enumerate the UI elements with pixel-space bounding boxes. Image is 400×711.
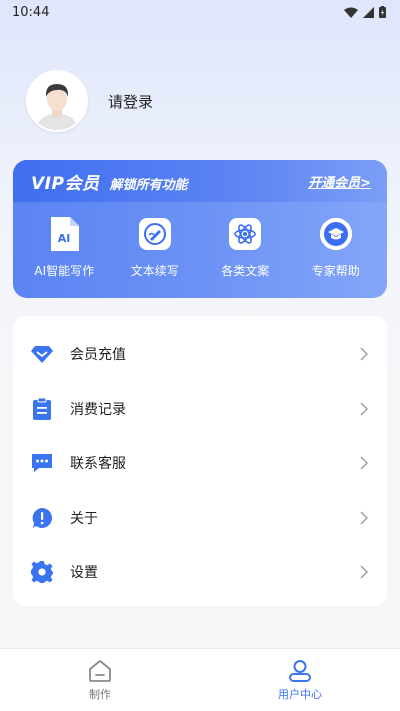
graduation-cap-icon (319, 218, 352, 250)
atom-icon (229, 218, 262, 250)
feature-label: AI智能写作 (34, 264, 95, 278)
menu-item-customer-service[interactable]: 联系客服 (13, 436, 387, 491)
chevron-right-icon (360, 456, 368, 470)
chevron-right-icon (360, 347, 368, 361)
feature-ai-writing[interactable]: AI AI智能写作 (19, 217, 109, 279)
vip-features: AI AI智能写作 文本续写 各类文案 专家帮助 (13, 202, 387, 279)
feature-label: 文本续写 (130, 264, 179, 278)
feature-label: 专家帮助 (311, 264, 360, 278)
ai-doc-icon-text: AI (58, 232, 71, 245)
menu-item-label: 联系客服 (70, 456, 126, 473)
clipboard-icon (31, 397, 53, 420)
profile-section[interactable]: 请登录 (26, 70, 153, 132)
status-time: 10:44 (12, 4, 50, 20)
vip-title: VIP会员 (31, 173, 100, 194)
menu-item-recharge[interactable]: 会员充值 (13, 327, 387, 382)
vip-header: VIP会员 解锁所有功能 开通会员> (13, 160, 387, 202)
user-icon (289, 660, 311, 682)
vip-card[interactable]: VIP会员 解锁所有功能 开通会员> AI AI智能写作 文本续写 各类文案 专… (13, 160, 387, 298)
feature-expert-help[interactable]: 专家帮助 (291, 218, 381, 279)
menu-item-settings[interactable]: 设置 (13, 545, 387, 600)
status-bar: 10:44 (0, 0, 400, 24)
avatar-image (28, 72, 86, 130)
avatar[interactable] (26, 70, 88, 132)
menu-item-label: 关于 (70, 510, 98, 527)
chevron-right-icon (360, 565, 368, 579)
menu-item-records[interactable]: 消费记录 (13, 382, 387, 437)
feature-label: 各类文案 (221, 264, 270, 278)
menu-list: 会员充值 消费记录 联系客服 关于 设置 (13, 316, 387, 606)
wifi-icon (344, 7, 358, 18)
gear-icon (31, 561, 53, 584)
tab-label: 制作 (89, 688, 111, 701)
login-prompt[interactable]: 请登录 (108, 91, 153, 112)
menu-item-label: 设置 (70, 565, 98, 582)
home-icon (89, 660, 111, 682)
info-alert-icon (31, 507, 53, 529)
tab-label: 用户中心 (278, 688, 322, 701)
open-vip-button[interactable]: 开通会员> (308, 172, 371, 191)
pen-edit-icon (138, 218, 171, 250)
tab-user-center[interactable]: 用户中心 (200, 649, 400, 711)
chat-icon (31, 452, 53, 474)
vip-subtitle: 解锁所有功能 (109, 177, 188, 193)
tab-create[interactable]: 制作 (0, 649, 200, 711)
menu-item-label: 消费记录 (70, 401, 126, 418)
menu-item-about[interactable]: 关于 (13, 491, 387, 546)
feature-copywriting[interactable]: 各类文案 (200, 218, 290, 279)
signal-icon (363, 6, 374, 18)
diamond-icon (31, 343, 53, 365)
battery-icon (379, 6, 386, 18)
feature-text-continue[interactable]: 文本续写 (110, 218, 200, 279)
chevron-right-icon (360, 511, 368, 525)
chevron-right-icon (360, 402, 368, 416)
bottom-tab-bar: 制作 用户中心 (0, 648, 400, 711)
status-icons (344, 6, 386, 18)
menu-item-label: 会员充值 (70, 347, 126, 364)
ai-doc-icon: AI (48, 217, 80, 251)
